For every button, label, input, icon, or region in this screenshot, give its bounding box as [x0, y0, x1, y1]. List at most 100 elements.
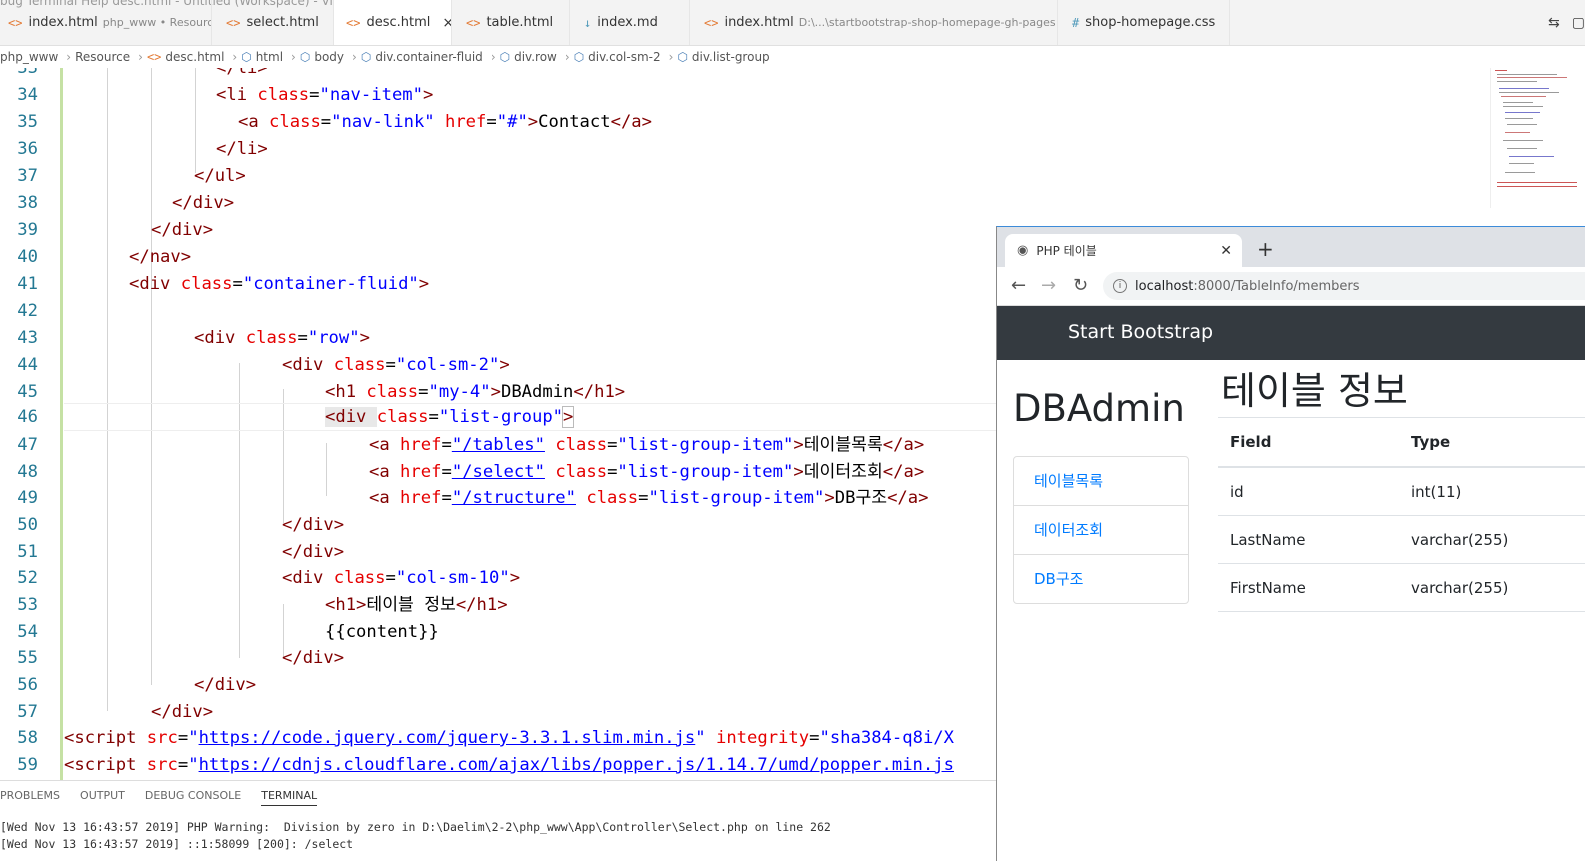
navbar-brand[interactable]: Start Bootstrap — [1068, 321, 1213, 343]
new-tab-icon[interactable]: + — [1257, 237, 1274, 261]
editor-tab-bar: bug Terminal Help desc.html - Untitled (… — [0, 0, 1585, 46]
table-cell: id — [1218, 467, 1399, 516]
split-editor-icon[interactable]: ▢ — [1572, 15, 1585, 31]
code-link[interactable]: https://cdnjs.cloudflare.com/ajax/libs/p… — [199, 755, 954, 775]
element-icon: ⬡ — [573, 50, 585, 64]
line-number: 51 — [17, 542, 38, 562]
tab-output[interactable]: OUTPUT — [80, 789, 125, 806]
line-number: 35 — [17, 112, 38, 132]
breadcrumb-item[interactable]: desc.html — [165, 50, 224, 64]
breadcrumb-item[interactable]: div.row — [514, 50, 557, 64]
breadcrumb: php_www › Resource › <> desc.html › ⬡ html › ⬡… — [0, 46, 1585, 68]
code-token: integrity — [705, 728, 810, 748]
tab-table-html[interactable]: <> table.html — [452, 0, 570, 45]
line-number: 41 — [17, 274, 38, 294]
info-icon[interactable]: i — [1113, 279, 1127, 293]
url-field[interactable]: i localhost:8000/TableInfo/members — [1103, 272, 1585, 300]
list-group-item-tables[interactable]: 테이블목록 — [1014, 457, 1188, 506]
browser-tab[interactable]: ◉ PHP 테이블 ✕ — [1005, 234, 1242, 267]
line-number: 34 — [17, 85, 38, 105]
tab-index-md[interactable]: ↓ index.md — [570, 0, 690, 45]
chevron-right-icon: › — [352, 50, 357, 64]
chevron-right-icon: › — [66, 50, 72, 64]
line-number: 38 — [17, 193, 38, 213]
chevron-right-icon: › — [138, 50, 143, 64]
table-row: FirstName varchar(255) — [1218, 563, 1585, 612]
breadcrumb-item[interactable]: Resource — [75, 50, 130, 64]
tab-description: php_www • Resource — [102, 16, 212, 29]
tab-index-html[interactable]: <> index.html php_www • Resource — [0, 0, 212, 45]
reload-icon[interactable]: ↻ — [1073, 275, 1088, 296]
git-change-bar — [60, 68, 63, 780]
close-icon[interactable]: × — [442, 15, 451, 31]
tab-label: desc.html — [366, 15, 431, 30]
code-token: href — [434, 112, 487, 132]
line-number: 52 — [17, 568, 38, 588]
element-icon: ⬡ — [499, 50, 511, 64]
browser-tab-bar: ◉ PHP 테이블 ✕ + — [997, 227, 1585, 267]
element-icon: ⬡ — [360, 50, 372, 64]
address-bar-row: ← → ↻ i localhost:8000/TableInfo/members — [997, 267, 1585, 306]
html-file-icon: <> — [466, 15, 481, 30]
code-token: </div> — [282, 515, 345, 535]
tab-terminal[interactable]: TERMINAL — [261, 789, 318, 806]
code-link[interactable]: "/select" — [452, 462, 545, 482]
tab-label: index.md — [597, 15, 658, 30]
browser-tab-title: PHP 테이블 — [1036, 244, 1097, 258]
line-number: 37 — [17, 166, 38, 186]
code-token: "col-sm-10" — [395, 568, 510, 588]
list-group-item-select[interactable]: 데이터조회 — [1014, 506, 1188, 555]
tab-debug-console[interactable]: DEBUG CONSOLE — [145, 789, 241, 806]
line-number: 58 — [17, 728, 38, 748]
tab-label: index.html — [724, 15, 794, 30]
code-token: "sha384-q8i/X — [819, 728, 954, 748]
breadcrumb-item[interactable]: php_www — [0, 50, 58, 64]
code-token: </h1> — [455, 595, 508, 615]
forward-icon[interactable]: → — [1041, 275, 1056, 296]
tab-label: shop-homepage.css — [1085, 15, 1216, 30]
line-number: 36 — [17, 139, 38, 159]
breadcrumb-item[interactable]: div.container-fluid — [375, 50, 482, 64]
code-token: > — [423, 85, 434, 105]
table-cell: varchar(255) — [1399, 563, 1585, 612]
close-icon[interactable]: ✕ — [1220, 243, 1232, 259]
chevron-right-icon: › — [490, 50, 496, 64]
line-number: 46 — [17, 407, 38, 427]
html-file-icon: <> — [8, 15, 23, 30]
tab-desc-html[interactable]: <> desc.html × — [334, 0, 452, 45]
table-row: LastName varchar(255) — [1218, 515, 1585, 564]
minimap[interactable] — [1490, 68, 1585, 208]
breadcrumb-item[interactable]: html — [256, 50, 283, 64]
table-cell: varchar(255) — [1399, 515, 1585, 564]
code-token: </div> — [282, 542, 345, 562]
sidebar-title: DBAdmin — [1013, 387, 1185, 430]
list-group-item-structure[interactable]: DB구조 — [1014, 555, 1188, 603]
code-token: class — [257, 85, 310, 105]
tab-problems[interactable]: PROBLEMS — [0, 789, 60, 806]
terminal-line: [Wed Nov 13 16:43:57 2019] PHP Warning: … — [0, 820, 831, 834]
line-number: 45 — [17, 382, 38, 402]
globe-icon: ◉ — [1017, 243, 1029, 258]
code-token: </div> — [282, 648, 345, 668]
breadcrumb-item[interactable]: div.list-group — [692, 50, 770, 64]
tab-shop-homepage-css[interactable]: # shop-homepage.css — [1058, 0, 1230, 45]
breadcrumb-item[interactable]: body — [314, 50, 344, 64]
code-token: "#" — [496, 112, 528, 132]
tab-index-html-shop[interactable]: <> index.html D:\...\startbootstrap-shop… — [690, 0, 1058, 45]
code-token: </div> — [172, 193, 235, 213]
chevron-right-icon: › — [668, 50, 674, 64]
code-link[interactable]: https://code.jquery.com/jquery-3.3.1.sli… — [199, 728, 696, 748]
table-info: Field Type id int(11) LastName varchar(2… — [1218, 417, 1585, 612]
back-icon[interactable]: ← — [1011, 275, 1026, 296]
code-token: "container-fluid" — [242, 274, 419, 294]
html-file-icon: <> — [704, 15, 719, 30]
compare-icon[interactable]: ⇆ — [1548, 15, 1560, 31]
code-link[interactable]: "/structure" — [452, 488, 576, 508]
code-link[interactable]: "/tables" — [452, 435, 545, 455]
tab-select-html[interactable]: <> select.html — [212, 0, 334, 45]
indent-guide — [107, 68, 108, 711]
html-file-icon: <> — [346, 15, 361, 30]
css-file-icon: # — [1072, 15, 1080, 30]
breadcrumb-item[interactable]: div.col-sm-2 — [588, 50, 660, 64]
column-header-type: Type — [1399, 417, 1585, 468]
